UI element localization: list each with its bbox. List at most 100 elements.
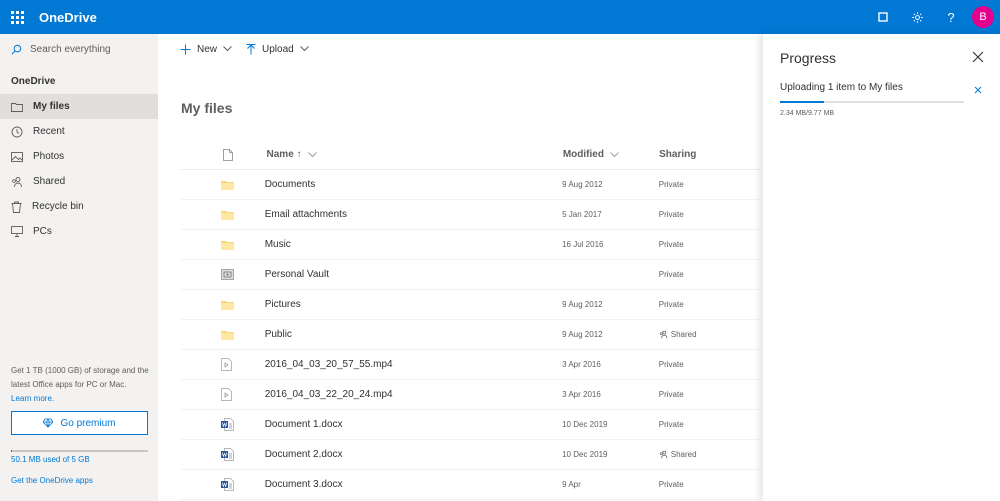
upload-button[interactable]: Upload (246, 43, 309, 55)
chevron-down-icon (307, 151, 317, 157)
settings-button[interactable] (900, 0, 934, 34)
nav-section-title[interactable]: OneDrive (0, 64, 158, 94)
diamond-icon (43, 418, 54, 428)
shared-people-icon (659, 330, 668, 339)
table-row[interactable]: Document 3.docx 9 Apr Private (181, 470, 761, 500)
document-icon (223, 148, 233, 161)
file-name[interactable]: 2016_04_03_22_20_24.mp4 (265, 389, 562, 400)
file-name[interactable]: Documents (265, 179, 562, 190)
avatar[interactable]: B (972, 6, 994, 28)
file-sharing: Private (659, 480, 761, 489)
file-name[interactable]: Document 3.docx (265, 479, 562, 490)
premium-diamond-button[interactable] (866, 0, 900, 34)
sharing-status: Private (658, 180, 684, 189)
promo-text: Get 1 TB (1000 GB) of storage and the la… (11, 364, 151, 406)
file-sharing: Shared (659, 330, 761, 339)
sidebar-item-my-files[interactable]: My files (0, 94, 158, 119)
go-premium-button[interactable]: Go premium (11, 411, 148, 435)
video-file-icon (221, 358, 232, 371)
help-button[interactable]: ? (934, 0, 968, 34)
file-sharing: Private (659, 210, 761, 219)
upload-label: Upload (262, 43, 294, 55)
new-label: New (197, 43, 218, 55)
file-type-cell (181, 269, 265, 280)
go-premium-label: Go premium (60, 417, 116, 429)
upload-progress-bar (780, 101, 964, 103)
sidebar-item-recycle-bin[interactable]: Recycle bin (0, 194, 158, 219)
upload-size-text: 2.34 MB/9.77 MB (780, 110, 835, 117)
upload-progress-panel: Progress Uploading 1 item to My files 2.… (763, 34, 1000, 501)
sharing-status: Private (658, 390, 684, 399)
upload-progress-fill (780, 101, 825, 103)
sharing-status: Private (658, 270, 684, 279)
sidebar-item-label: PCs (33, 226, 52, 237)
chevron-down-icon (299, 46, 309, 52)
table-row[interactable]: Email attachments 5 Jan 2017 Private (181, 200, 761, 230)
learn-more-link[interactable]: Learn more. (11, 392, 151, 406)
cancel-upload-icon[interactable] (974, 86, 982, 94)
modified-column-header[interactable]: Modified (563, 149, 659, 160)
file-sharing: Private (659, 240, 761, 249)
folder-icon (221, 180, 234, 190)
file-name[interactable]: Music (265, 239, 562, 250)
upload-status-text: Uploading 1 item to My files (780, 82, 903, 93)
sharing-column-header[interactable]: Sharing (659, 149, 761, 160)
new-button[interactable]: New (180, 44, 232, 55)
name-column-header[interactable]: Name ↑ (267, 149, 563, 160)
file-name[interactable]: Email attachments (265, 209, 562, 220)
search-input[interactable]: Search everything (30, 44, 111, 55)
table-row[interactable]: Document 2.docx 10 Dec 2019 Shared (181, 440, 761, 470)
table-row[interactable]: Personal Vault Private (181, 260, 761, 290)
sharing-status: Shared (670, 330, 697, 339)
file-type-cell (181, 210, 265, 220)
folder-icon (221, 240, 234, 250)
table-row[interactable]: 2016_04_03_22_20_24.mp4 3 Apr 2016 Private (181, 380, 761, 410)
file-name[interactable]: Document 2.docx (265, 449, 562, 460)
file-name[interactable]: Public (265, 329, 562, 340)
square-icon (878, 12, 888, 22)
sharing-status: Private (658, 210, 684, 219)
shared-people-icon (659, 450, 668, 459)
file-type-cell (181, 448, 265, 461)
table-row[interactable]: Pictures 9 Aug 2012 Private (181, 290, 761, 320)
sharing-status: Private (658, 240, 684, 249)
table-row[interactable]: Music 16 Jul 2016 Private (181, 230, 761, 260)
sharing-status: Private (658, 420, 684, 429)
file-modified: 3 Apr 2016 (562, 360, 601, 369)
file-name[interactable]: Personal Vault (265, 269, 562, 280)
file-name[interactable]: 2016_04_03_20_57_55.mp4 (265, 359, 562, 370)
table-row[interactable]: Document 1.docx 10 Dec 2019 Private (181, 410, 761, 440)
sidebar-item-pcs[interactable]: PCs (0, 219, 158, 244)
file-sharing: Private (659, 270, 761, 279)
file-type-header[interactable] (181, 148, 267, 161)
app-brand[interactable]: OneDrive (39, 10, 97, 25)
table-row[interactable]: Public 9 Aug 2012 Shared (181, 320, 761, 350)
file-type-cell (181, 330, 265, 340)
upload-arrow-icon (246, 43, 256, 54)
file-modified: 9 Aug 2012 (562, 300, 603, 309)
file-type-cell (181, 180, 265, 190)
clock-icon (11, 126, 23, 137)
file-sharing: Private (659, 300, 761, 309)
file-list-header: Name ↑ Modified Sharing (181, 140, 761, 170)
file-name[interactable]: Pictures (265, 299, 562, 310)
storage-usage-link[interactable]: 50.1 MB used of 5 GB (11, 455, 90, 464)
file-sharing: Private (659, 180, 761, 189)
word-file-icon (221, 478, 234, 491)
file-modified: 9 Aug 2012 (562, 180, 603, 189)
sidebar-item-recent[interactable]: Recent (0, 119, 158, 144)
file-name[interactable]: Document 1.docx (265, 419, 562, 430)
sharing-status: Private (658, 360, 684, 369)
table-row[interactable]: 2016_04_03_20_57_55.mp4 3 Apr 2016 Private (181, 350, 761, 380)
table-row[interactable]: Documents 9 Aug 2012 Private (181, 170, 761, 200)
app-launcher-button[interactable] (0, 0, 34, 34)
word-file-icon (221, 418, 234, 431)
sidebar-item-shared[interactable]: Shared (0, 169, 158, 194)
search-box[interactable]: Search everything (0, 34, 158, 64)
page-title: My files (181, 100, 233, 116)
sidebar-item-photos[interactable]: Photos (0, 144, 158, 169)
close-icon[interactable] (972, 51, 984, 63)
get-apps-link[interactable]: Get the OneDrive apps (11, 476, 93, 485)
sharing-column-label: Sharing (659, 149, 697, 160)
file-type-cell (181, 418, 265, 431)
